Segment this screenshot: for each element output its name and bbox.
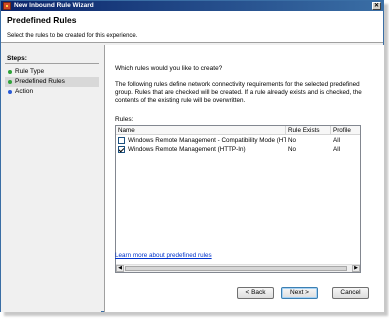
rules-list[interactable]: Name Rule Exists Profile Windows Remote … — [115, 125, 361, 273]
question-text: Which rules would you like to create? — [115, 65, 223, 72]
content-pane: Which rules would you like to create? Th… — [104, 45, 384, 312]
chevron-left-icon: ◀ — [118, 265, 122, 271]
step-action[interactable]: Action — [5, 87, 99, 97]
wizard-window: New Inbound Rule Wizard ✕ Predefined Rul… — [0, 0, 384, 312]
chevron-right-icon: ▶ — [354, 265, 358, 271]
table-row[interactable]: Windows Remote Management - Compatibilit… — [116, 136, 360, 145]
steps-pane: Steps: Rule Type Predefined Rules Action — [1, 51, 101, 312]
window-title: New Inbound Rule Wizard — [14, 2, 94, 9]
steps-title: Steps: — [7, 55, 27, 62]
horizontal-scrollbar[interactable]: ◀ ▶ — [116, 264, 360, 272]
rule-name: Windows Remote Management - Compatibilit… — [128, 137, 286, 144]
steps-divider — [5, 63, 99, 64]
rule-checkbox[interactable] — [118, 137, 125, 144]
description-text: The following rules define network conne… — [115, 81, 362, 104]
scroll-right-button[interactable]: ▶ — [352, 265, 360, 272]
step-label: Predefined Rules — [15, 78, 65, 85]
column-header-profile[interactable]: Profile — [331, 126, 360, 135]
firewall-icon — [3, 2, 11, 10]
close-icon: ✕ — [373, 3, 380, 9]
rule-exists: No — [288, 146, 297, 153]
step-rule-type[interactable]: Rule Type — [5, 67, 99, 77]
title-bar[interactable]: New Inbound Rule Wizard ✕ — [1, 1, 383, 11]
learn-more-link[interactable]: Learn more about predefined rules — [115, 252, 212, 259]
rule-exists: No — [288, 137, 297, 144]
next-button[interactable]: Next > — [281, 287, 318, 299]
step-current-bullet-icon — [8, 80, 12, 84]
rule-profile: All — [333, 146, 340, 153]
page-subtitle: Select the rules to be created for this … — [7, 33, 138, 39]
step-label: Action — [15, 88, 34, 95]
rules-label: Rules: — [115, 116, 134, 123]
table-row[interactable]: Windows Remote Management (HTTP-In) No A… — [116, 145, 360, 154]
step-complete-bullet-icon — [8, 70, 12, 74]
column-header-rule-exists[interactable]: Rule Exists — [286, 126, 331, 135]
close-button[interactable]: ✕ — [372, 2, 381, 10]
back-button[interactable]: < Back — [237, 287, 274, 299]
page-title: Predefined Rules — [7, 15, 77, 25]
scroll-thumb[interactable] — [125, 266, 347, 271]
column-header-name[interactable]: Name — [116, 126, 286, 135]
cancel-button[interactable]: Cancel — [332, 287, 369, 299]
step-label: Rule Type — [15, 68, 45, 75]
rule-profile: All — [333, 137, 340, 144]
wizard-header: Predefined Rules Select the rules to be … — [1, 11, 383, 43]
rule-name: Windows Remote Management (HTTP-In) — [128, 146, 246, 153]
list-header: Name Rule Exists Profile — [116, 126, 360, 135]
rule-checkbox[interactable] — [118, 146, 125, 153]
scroll-left-button[interactable]: ◀ — [116, 265, 124, 272]
step-predefined-rules[interactable]: Predefined Rules — [5, 77, 99, 87]
step-pending-bullet-icon — [8, 90, 12, 94]
